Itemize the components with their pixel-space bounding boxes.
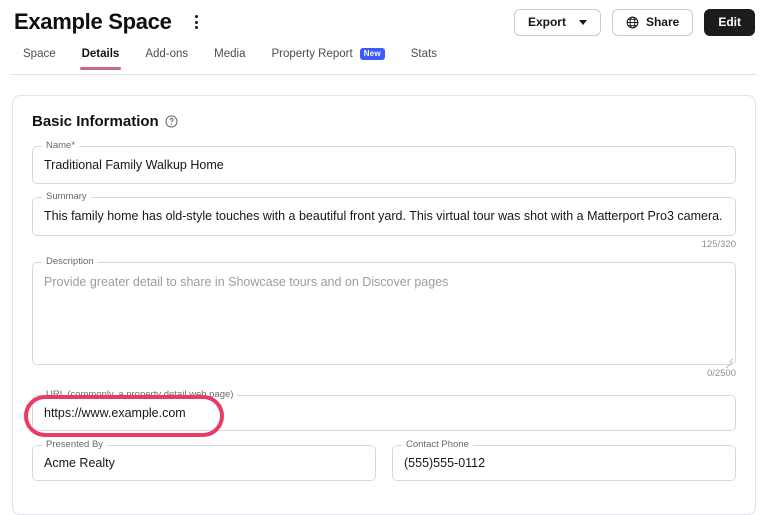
- header-actions: Export Share Edit: [513, 8, 755, 36]
- contact-phone-field-label: Contact Phone: [402, 440, 473, 450]
- url-field-label: URL (commonly, a property detail web pag…: [42, 389, 238, 399]
- url-field-value[interactable]: https://www.example.com: [33, 396, 735, 430]
- export-button-label: Export: [527, 15, 566, 29]
- tab-property-report[interactable]: Property Report New: [259, 46, 398, 70]
- tab-space[interactable]: Space: [10, 46, 69, 70]
- summary-field[interactable]: Summary This family home has old-style t…: [32, 192, 736, 250]
- new-badge: New: [359, 48, 385, 60]
- description-field-placeholder[interactable]: Provide greater detail to share in Showc…: [33, 263, 735, 301]
- name-field-label: Name*: [42, 141, 80, 151]
- presented-by-field[interactable]: Presented By Acme Realty: [32, 440, 376, 481]
- chevron-down-icon: [578, 19, 587, 25]
- tab-add-ons[interactable]: Add-ons: [132, 46, 201, 70]
- kebab-dot: [195, 15, 199, 18]
- kebab-dot: [195, 20, 199, 24]
- edit-button-label: Edit: [718, 15, 741, 29]
- summary-field-box[interactable]: Summary This family home has old-style t…: [32, 192, 736, 236]
- globe-icon: [626, 16, 639, 28]
- description-resize-handle[interactable]: [724, 353, 733, 362]
- tab-label: Property Report: [271, 48, 353, 60]
- tab-media[interactable]: Media: [201, 46, 258, 70]
- contact-phone-field[interactable]: Contact Phone (555)555-0112: [392, 440, 736, 481]
- presented-by-field-box[interactable]: Presented By Acme Realty: [32, 440, 376, 481]
- tab-label: Details: [81, 48, 120, 60]
- share-button-label: Share: [645, 15, 680, 29]
- tab-details[interactable]: Details: [69, 46, 133, 70]
- contact-row: Presented By Acme Realty Contact Phone (…: [32, 440, 736, 481]
- tab-bar-divider: [10, 74, 757, 75]
- more-options-kebab-icon[interactable]: [186, 11, 208, 33]
- basic-information-card: Basic Information Name* Traditional Fami…: [12, 95, 756, 515]
- contact-phone-field-value[interactable]: (555)555-0112: [393, 446, 735, 480]
- tab-bar: Space Details Add-ons Media Property Rep…: [0, 46, 767, 75]
- presented-by-field-label: Presented By: [42, 440, 108, 450]
- tab-label: Space: [23, 48, 56, 60]
- tab-label: Stats: [410, 48, 437, 60]
- summary-field-label: Summary: [42, 192, 91, 202]
- name-field-value[interactable]: Traditional Family Walkup Home: [33, 147, 735, 183]
- tab-label: Add-ons: [145, 48, 189, 60]
- tab-stats[interactable]: Stats: [398, 46, 450, 70]
- share-button[interactable]: Share: [611, 8, 694, 36]
- url-field-box[interactable]: URL (commonly, a property detail web pag…: [32, 389, 736, 431]
- contact-phone-field-box[interactable]: Contact Phone (555)555-0112: [392, 440, 736, 481]
- url-field[interactable]: URL (commonly, a property detail web pag…: [32, 389, 736, 431]
- summary-field-value[interactable]: This family home has old-style touches w…: [33, 198, 735, 234]
- description-field[interactable]: Description Provide greater detail to sh…: [32, 257, 736, 379]
- export-button[interactable]: Export: [513, 8, 601, 36]
- description-character-counter: 0/2500: [706, 368, 736, 379]
- kebab-dot: [195, 26, 199, 29]
- card-title: Basic Information: [32, 114, 736, 129]
- card-title-label: Basic Information: [32, 113, 159, 130]
- name-field-box[interactable]: Name* Traditional Family Walkup Home: [32, 141, 736, 185]
- page-header: Example Space Export Share Edit: [0, 0, 767, 44]
- summary-character-counter: 125/320: [701, 238, 736, 250]
- edit-button[interactable]: Edit: [704, 8, 755, 36]
- tab-label: Media: [214, 48, 246, 60]
- page-title: Example Space: [14, 9, 172, 34]
- presented-by-field-value[interactable]: Acme Realty: [33, 446, 375, 480]
- description-field-label: Description: [42, 257, 98, 267]
- help-circle-icon[interactable]: [165, 115, 178, 128]
- description-field-box[interactable]: Description Provide greater detail to sh…: [32, 257, 736, 365]
- name-field[interactable]: Name* Traditional Family Walkup Home: [32, 141, 736, 185]
